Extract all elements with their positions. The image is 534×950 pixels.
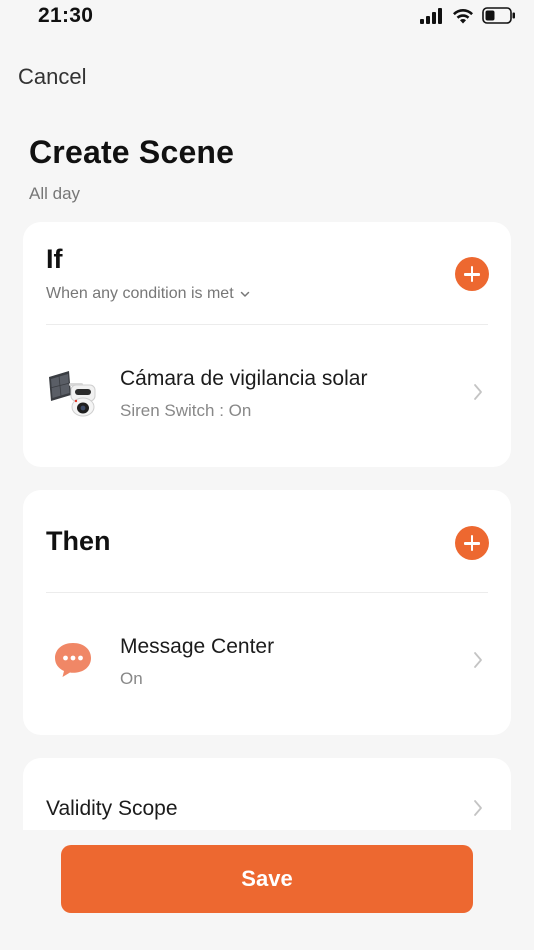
wifi-icon <box>453 8 473 23</box>
battery-icon <box>482 7 515 24</box>
page-title: Create Scene <box>29 134 235 170</box>
scene-schedule-label[interactable]: All day <box>29 184 80 204</box>
condition-device-state: Siren Switch : On <box>120 401 252 420</box>
chevron-right-icon <box>474 800 482 816</box>
action-state: On <box>120 669 143 688</box>
signal-icon <box>420 7 442 24</box>
save-button[interactable]: Save <box>61 845 473 913</box>
cancel-button[interactable]: Cancel <box>18 64 86 90</box>
validity-scope-label: Validity Scope <box>46 797 178 820</box>
action-item[interactable]: Message Center On <box>23 593 511 733</box>
validity-scope-row[interactable]: Validity Scope <box>23 758 511 830</box>
chevron-right-icon <box>474 652 482 668</box>
solar-camera-icon <box>49 371 96 417</box>
if-title: If <box>46 244 63 274</box>
add-action-button[interactable] <box>455 526 489 560</box>
condition-item[interactable]: Cámara de vigilancia solar Siren Switch … <box>23 325 511 465</box>
then-title: Then <box>46 526 111 556</box>
status-time: 21:30 <box>38 4 94 27</box>
if-card: If When any condition is met Cámara de v… <box>23 222 511 467</box>
action-name: Message Center <box>120 635 275 658</box>
condition-mode-label: When any condition is met <box>46 285 234 302</box>
condition-device-name: Cámara de vigilancia solar <box>120 367 368 390</box>
chevron-down-icon <box>240 291 249 297</box>
chevron-right-icon <box>474 384 482 400</box>
then-card: Then Message Center On <box>23 490 511 735</box>
add-condition-button[interactable] <box>455 257 489 291</box>
status-icons <box>420 7 516 24</box>
condition-mode-select[interactable]: When any condition is met <box>46 285 250 303</box>
message-icon <box>55 643 91 677</box>
status-bar: 21:30 <box>0 0 534 40</box>
